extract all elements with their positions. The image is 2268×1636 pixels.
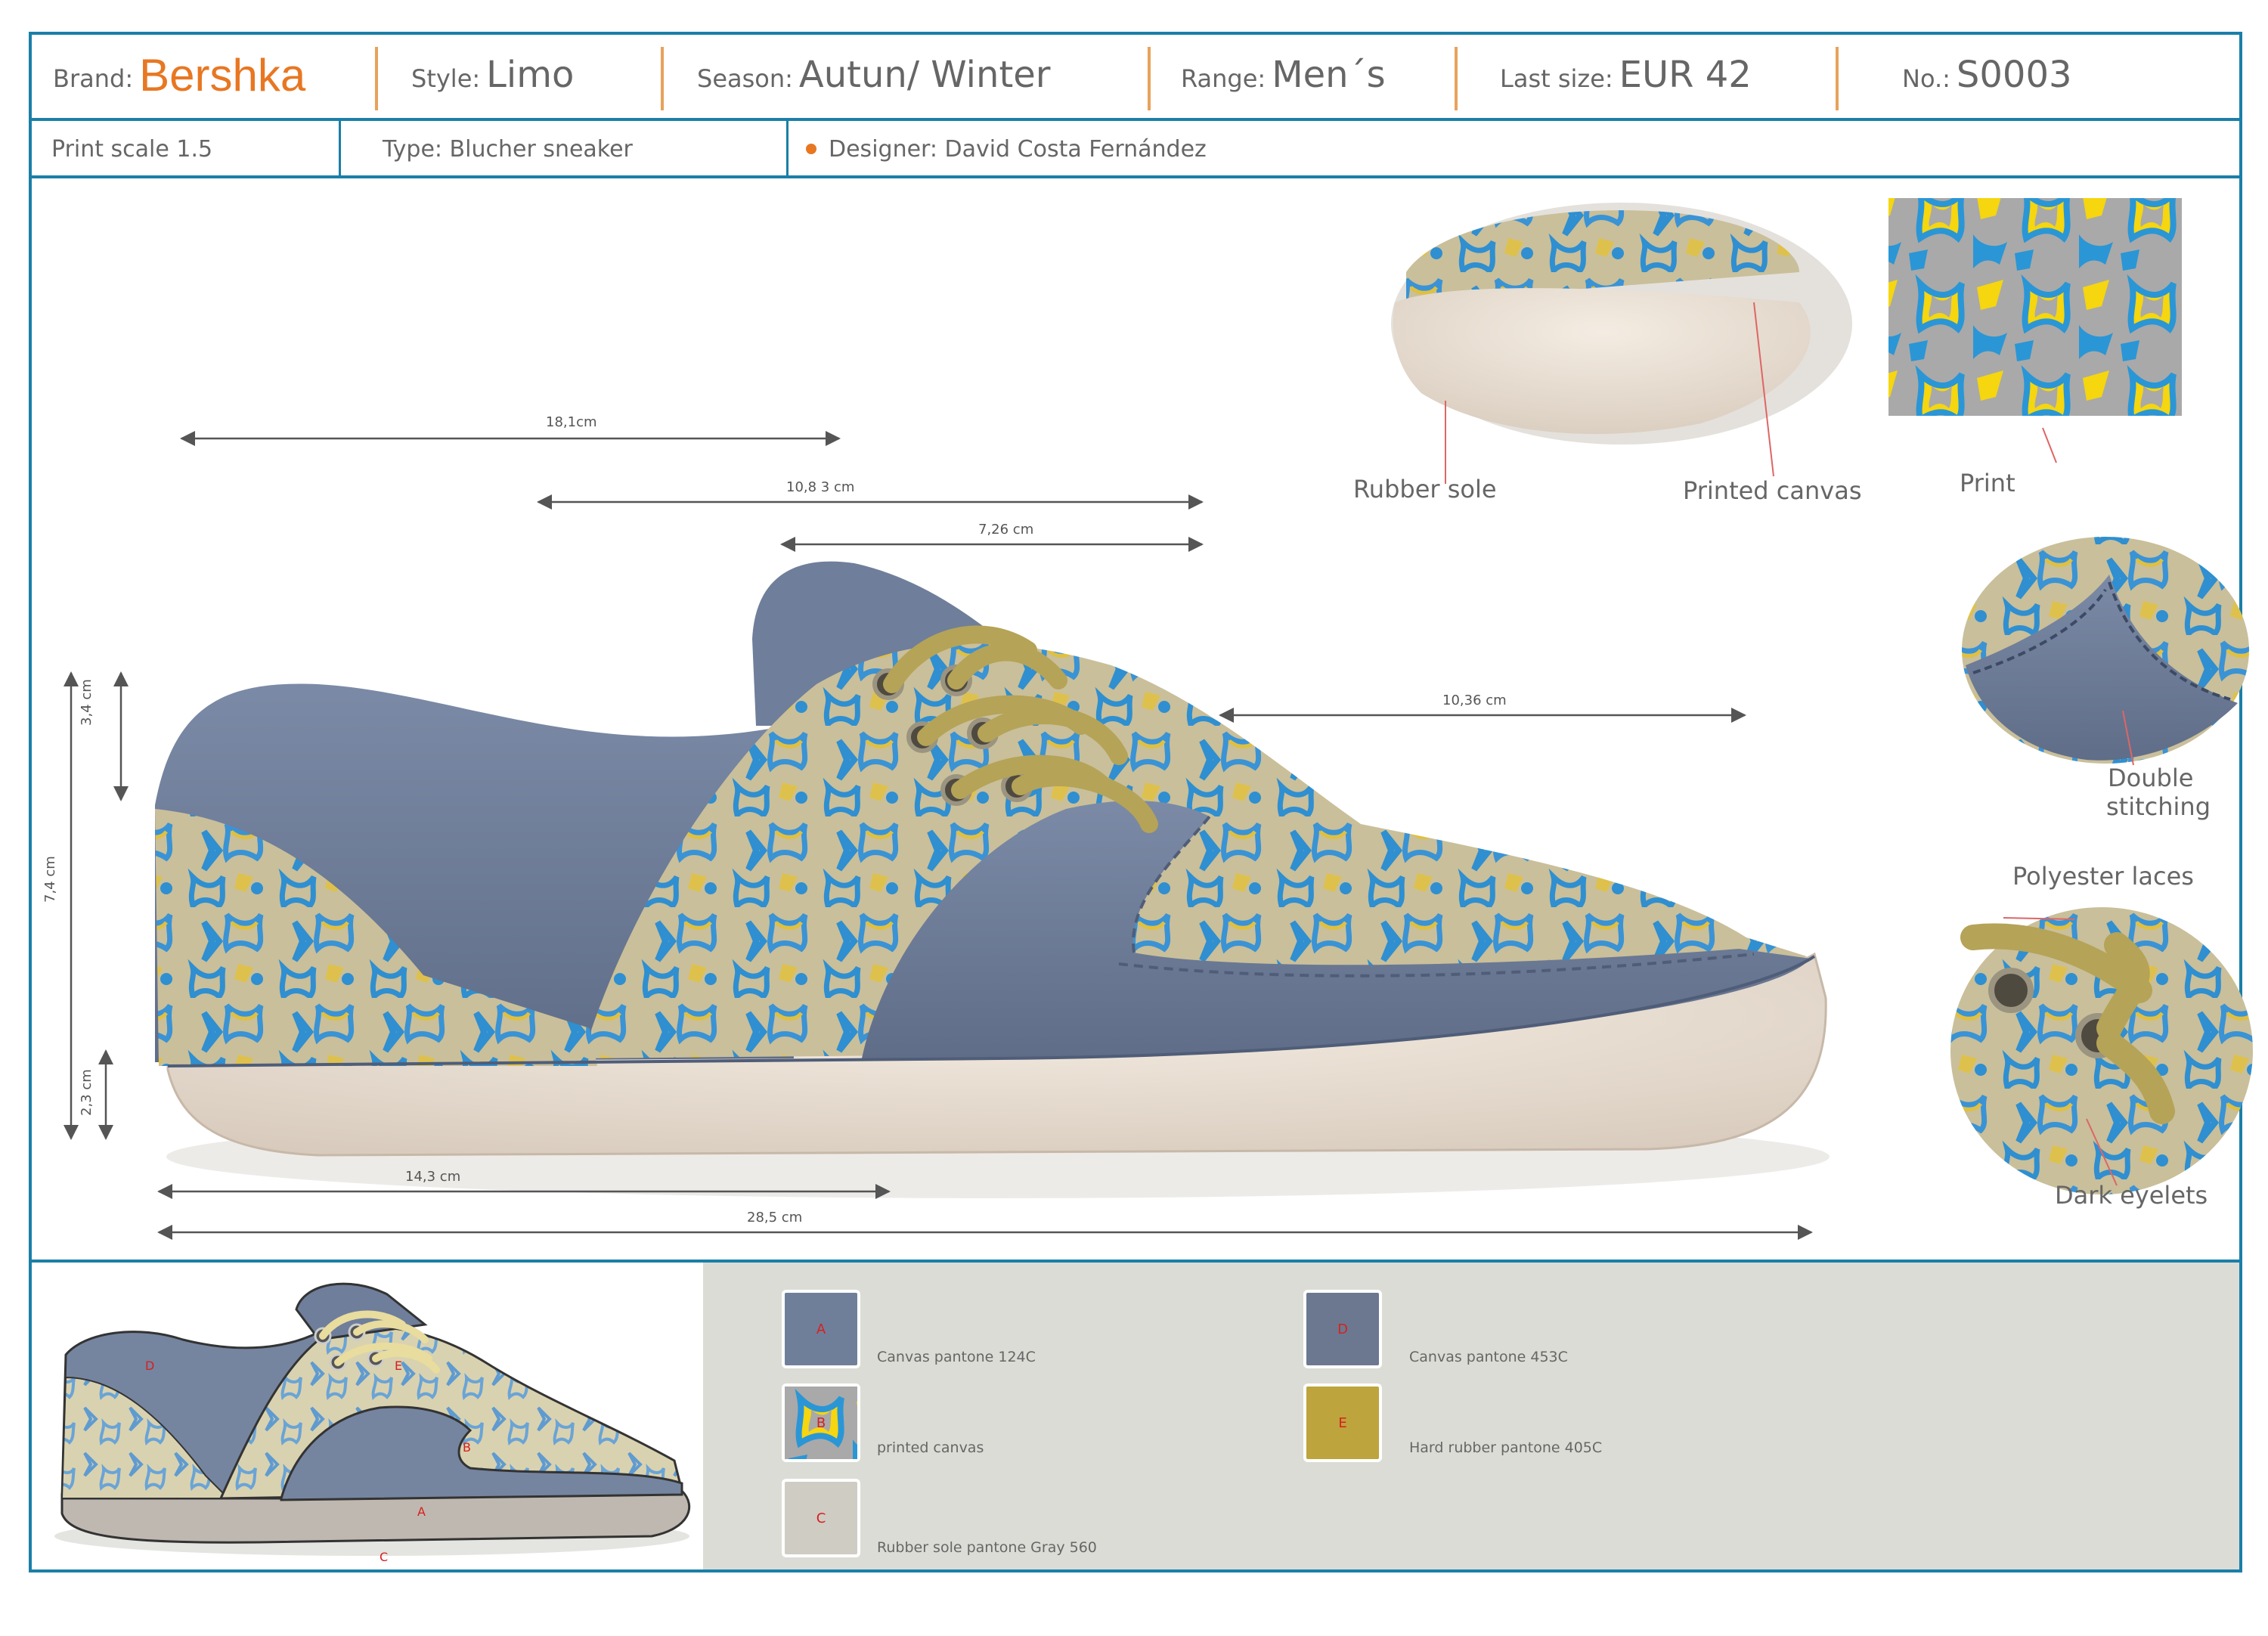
- sketch-letter-b: B: [463, 1440, 471, 1455]
- swatch-c-label: Rubber sole pantone Gray 560: [877, 1539, 1097, 1556]
- print-swatch: [1888, 198, 2182, 416]
- dim-collar-height: 3,4 cm: [79, 679, 94, 726]
- swatch-b: B: [782, 1383, 860, 1462]
- swatch-b-label: printed canvas: [877, 1439, 984, 1456]
- dim-heel-to-mid: 14,3 cm: [405, 1169, 461, 1185]
- callout-double-stitching-1: Double: [2108, 764, 2194, 792]
- swatch-letter: E: [1338, 1414, 1347, 1431]
- callout-dark-eyelets: Dark eyelets: [2055, 1181, 2208, 1210]
- dim-vamp: 10,8 3 cm: [786, 479, 855, 495]
- sketch-letter-d: D: [145, 1359, 154, 1373]
- dim-lacing: 7,26 cm: [978, 522, 1034, 538]
- dim-total-length: 28,5 cm: [747, 1210, 803, 1225]
- sketch-letter-a: A: [417, 1504, 426, 1519]
- swatch-c: C: [782, 1479, 860, 1557]
- swatch-a: A: [782, 1290, 860, 1368]
- sketch-letter-e: E: [395, 1359, 402, 1373]
- callout-polyester-laces: Polyester laces: [2012, 862, 2194, 891]
- dim-sole-height: 2,3 cm: [79, 1069, 94, 1116]
- swatch-letter: D: [1337, 1321, 1348, 1337]
- palette-panel: [703, 1263, 2239, 1569]
- callout-rubber-sole: Rubber sole: [1353, 475, 1497, 504]
- dim-total-height: 7,4 cm: [42, 856, 58, 903]
- shoe-illustration: [64, 198, 2253, 1240]
- sketch-letter-c: C: [380, 1550, 388, 1564]
- swatch-e: E: [1303, 1383, 1382, 1462]
- swatch-d-label: Canvas pantone 453C: [1409, 1349, 1568, 1365]
- dim-toe: 10,36 cm: [1442, 693, 1507, 708]
- swatch-a-label: Canvas pantone 124C: [877, 1349, 1036, 1365]
- swatch-e-label: Hard rubber pantone 405C: [1409, 1439, 1603, 1456]
- swatch-letter: B: [816, 1414, 826, 1431]
- swatch-letter: A: [816, 1321, 826, 1337]
- callout-printed-canvas: Printed canvas: [1683, 476, 1862, 505]
- callout-print: Print: [1960, 469, 2015, 497]
- shoe-sketch: A B C D E: [54, 1282, 690, 1564]
- swatch-d: D: [1303, 1290, 1382, 1368]
- callout-double-stitching-2: stitching: [2106, 792, 2211, 821]
- dim-length-upper: 18,1cm: [546, 414, 597, 430]
- swatch-letter: C: [816, 1510, 826, 1526]
